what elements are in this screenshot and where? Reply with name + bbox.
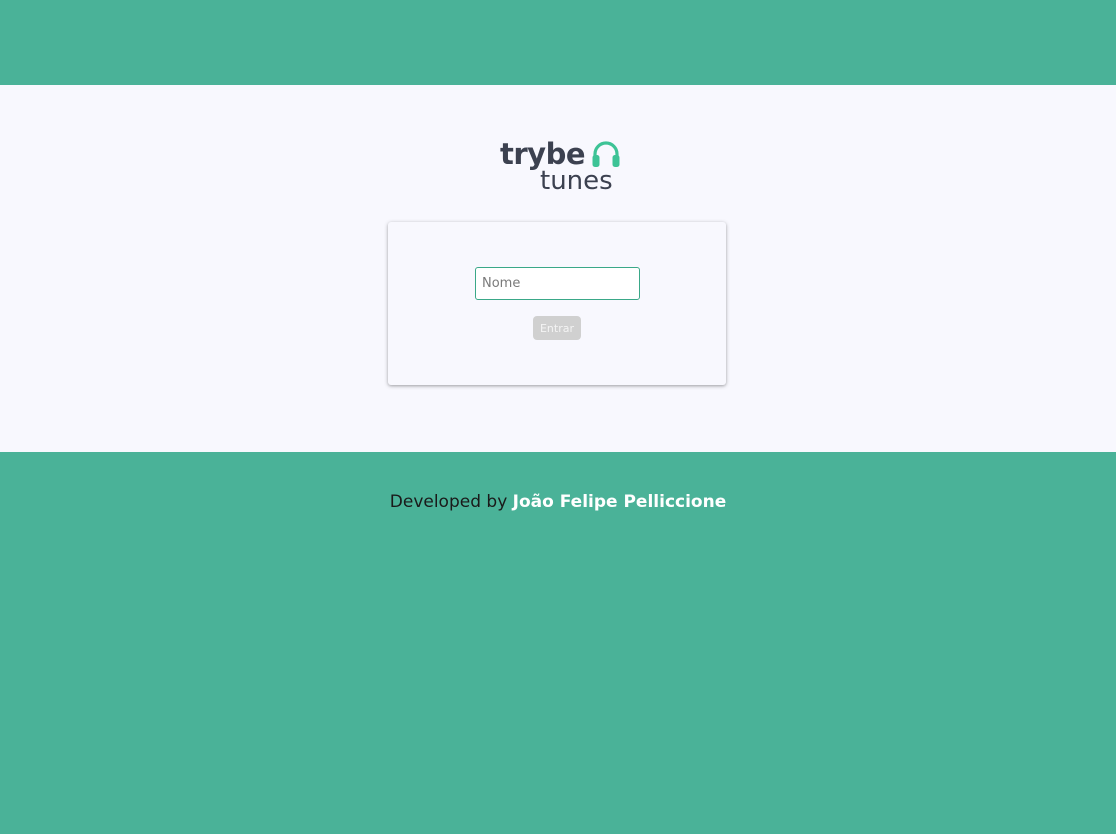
login-card: Entrar xyxy=(388,222,726,385)
footer: Developed by João Felipe Pelliccione xyxy=(0,452,1116,834)
name-input[interactable] xyxy=(475,267,640,300)
top-bar xyxy=(0,0,1116,85)
developer-credit: Developed by João Felipe Pelliccione xyxy=(0,492,1116,512)
credit-prefix: Developed by xyxy=(389,492,508,512)
trybe-tunes-logo: trybe tunes xyxy=(498,137,624,198)
author-name: João Felipe Pelliccione xyxy=(512,492,727,512)
main-content: trybe tunes Entrar xyxy=(0,85,1116,452)
enter-button[interactable]: Entrar xyxy=(533,316,581,340)
logo-word-tunes: tunes xyxy=(540,166,613,196)
